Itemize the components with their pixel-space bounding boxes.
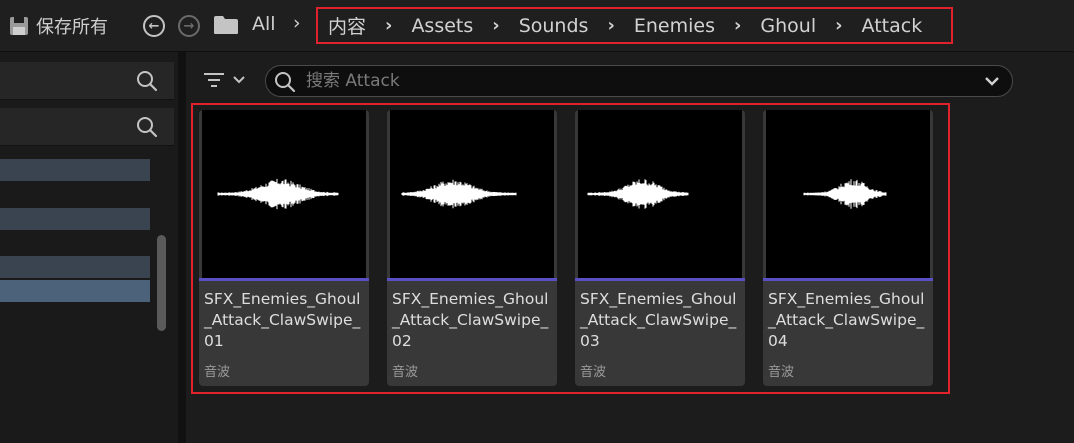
asset-type-label: 音波 (768, 365, 795, 380)
asset-name: SFX_Enemies_Ghoul_Attack_ClawSwipe_04 (768, 290, 925, 350)
chevron-down-icon[interactable] (984, 74, 1000, 88)
breadcrumb-item-ghoul[interactable]: Ghoul (760, 15, 816, 37)
scrollbar-thumb[interactable] (157, 235, 166, 331)
asset-type-bar (763, 278, 933, 281)
waveform-icon (401, 179, 517, 209)
asset-type-label: 音波 (392, 365, 419, 380)
folder-icon[interactable] (213, 15, 239, 35)
save-icon (10, 17, 28, 35)
waveform-icon (217, 178, 339, 210)
asset-type-bar (575, 278, 745, 281)
panel-splitter[interactable] (178, 52, 186, 443)
breadcrumb-chevron-icon[interactable]: › (293, 12, 301, 34)
tree-item[interactable] (0, 159, 150, 181)
forward-icon[interactable]: → (178, 15, 200, 37)
sources-search-row[interactable] (0, 62, 174, 100)
filter-button[interactable] (202, 66, 254, 94)
chevron-down-icon (233, 76, 245, 84)
asset-tile[interactable]: SFX_Enemies_Ghoul_Attack_ClawSwipe_03 音波 (575, 110, 745, 386)
breadcrumb-chevron-icon[interactable]: › (607, 15, 614, 36)
breadcrumb: 内容 › Assets › Sounds › Enemies › Ghoul ›… (316, 7, 953, 44)
waveform-thumbnail (202, 110, 366, 278)
breadcrumb-chevron-icon[interactable]: › (734, 15, 741, 36)
filter-icon (204, 73, 224, 87)
breadcrumb-item-sounds[interactable]: Sounds (519, 15, 589, 37)
waveform-thumbnail (766, 110, 930, 278)
asset-name: SFX_Enemies_Ghoul_Attack_ClawSwipe_03 (580, 290, 737, 350)
breadcrumb-chevron-icon[interactable]: › (492, 15, 499, 36)
asset-tile[interactable]: SFX_Enemies_Ghoul_Attack_ClawSwipe_04 音波 (763, 110, 933, 386)
asset-type-bar (199, 278, 369, 281)
asset-type-label: 音波 (580, 365, 607, 380)
waveform-shape (401, 179, 517, 209)
breadcrumb-item-assets[interactable]: Assets (411, 15, 473, 37)
back-icon[interactable]: ← (143, 15, 165, 37)
asset-search-input[interactable] (306, 69, 966, 93)
waveform-thumbnail (578, 110, 742, 278)
asset-type-bar (387, 278, 557, 281)
asset-type-label: 音波 (204, 365, 231, 380)
asset-name: SFX_Enemies_Ghoul_Attack_ClawSwipe_01 (204, 290, 361, 350)
waveform-shape (217, 178, 339, 210)
toolbar: 保存所有 ← → All › 内容 › Assets › Sounds › En… (0, 0, 1074, 52)
breadcrumb-all[interactable]: All (252, 13, 276, 35)
breadcrumb-item-content[interactable]: 内容 (328, 12, 366, 39)
waveform-thumbnail (390, 110, 554, 278)
waveform-shape (587, 179, 689, 209)
search-icon (275, 72, 296, 93)
sources-panel (0, 52, 178, 443)
asset-search-box[interactable] (265, 65, 1013, 97)
waveform-icon (587, 179, 689, 209)
asset-tile[interactable]: SFX_Enemies_Ghoul_Attack_ClawSwipe_02 音波 (387, 110, 557, 386)
tree-search-row[interactable] (0, 108, 174, 146)
asset-tile[interactable]: SFX_Enemies_Ghoul_Attack_ClawSwipe_01 音波 (199, 110, 369, 386)
save-all-label: 保存所有 (36, 17, 108, 38)
breadcrumb-chevron-icon[interactable]: › (835, 15, 842, 36)
waveform-icon (803, 179, 887, 209)
tree-item[interactable] (0, 256, 150, 278)
search-icon[interactable] (136, 116, 158, 138)
tree-item-selected[interactable] (0, 280, 150, 302)
breadcrumb-item-attack[interactable]: Attack (862, 15, 923, 37)
waveform-shape (803, 179, 887, 209)
search-icon[interactable] (136, 70, 158, 92)
breadcrumb-chevron-icon[interactable]: › (385, 15, 392, 36)
breadcrumb-item-enemies[interactable]: Enemies (634, 15, 715, 37)
asset-name: SFX_Enemies_Ghoul_Attack_ClawSwipe_02 (392, 290, 549, 350)
save-all-button[interactable]: 保存所有 (8, 12, 108, 40)
tree-item[interactable] (0, 208, 150, 230)
